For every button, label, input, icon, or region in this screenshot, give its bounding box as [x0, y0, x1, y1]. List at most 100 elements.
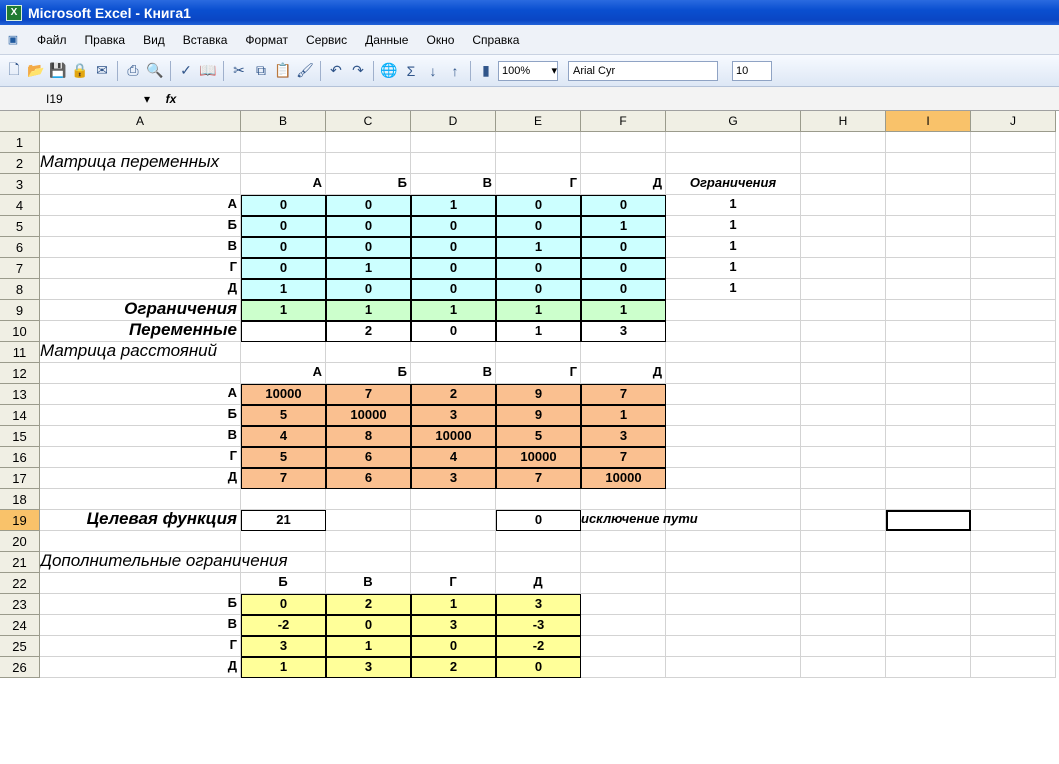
cell[interactable]	[886, 153, 971, 174]
menu-help[interactable]: Справка	[463, 33, 528, 47]
row-header-19[interactable]: 19	[0, 510, 40, 531]
font-size-dropdown[interactable]: 10	[732, 60, 772, 81]
var-cell[interactable]: 0	[326, 279, 411, 300]
extra-cell[interactable]: 0	[496, 657, 581, 678]
row-header-5[interactable]: 5	[0, 216, 40, 237]
cell[interactable]	[40, 573, 241, 594]
var-col-header[interactable]: Б	[326, 174, 411, 195]
extra-row-header[interactable]: Д	[40, 657, 241, 678]
new-icon[interactable]: 🗋	[4, 61, 24, 81]
dist-cell[interactable]: 3	[411, 405, 496, 426]
var-cell[interactable]: 0	[581, 237, 666, 258]
print-icon[interactable]: ⎙	[123, 61, 143, 81]
cell[interactable]	[971, 447, 1056, 468]
dist-col-header[interactable]: В	[411, 363, 496, 384]
select-all-corner[interactable]	[0, 111, 40, 132]
constraints-header[interactable]: Ограничения	[666, 174, 801, 195]
cell[interactable]	[801, 531, 886, 552]
cell[interactable]	[666, 300, 801, 321]
row-header-13[interactable]: 13	[0, 384, 40, 405]
cell[interactable]	[666, 615, 801, 636]
var-row-header[interactable]: Б	[40, 216, 241, 237]
row-header-20[interactable]: 20	[0, 531, 40, 552]
cell[interactable]	[886, 531, 971, 552]
column-header-C[interactable]: C	[326, 111, 411, 132]
var-col-header[interactable]: В	[411, 174, 496, 195]
cell[interactable]	[971, 258, 1056, 279]
dist-cell[interactable]: 3	[581, 426, 666, 447]
row-header-8[interactable]: 8	[0, 279, 40, 300]
var-cell[interactable]: 0	[496, 279, 581, 300]
row-header-12[interactable]: 12	[0, 363, 40, 384]
var-cell[interactable]: 0	[411, 279, 496, 300]
sort-descending-icon[interactable]: ↑	[445, 61, 465, 81]
var-cell[interactable]: 0	[496, 195, 581, 216]
dist-row-header[interactable]: Д	[40, 468, 241, 489]
cell[interactable]	[581, 342, 666, 363]
cell[interactable]	[581, 657, 666, 678]
chart-wizard-icon[interactable]: ▮	[476, 61, 496, 81]
cell[interactable]	[971, 615, 1056, 636]
cell[interactable]	[971, 468, 1056, 489]
cell[interactable]	[241, 489, 326, 510]
extra-cell[interactable]: 2	[326, 594, 411, 615]
extra-col-header[interactable]: Б	[241, 573, 326, 594]
dist-cell[interactable]: 7	[326, 384, 411, 405]
undo-icon[interactable]: ↶	[326, 61, 346, 81]
cell[interactable]	[666, 363, 801, 384]
cell[interactable]	[971, 195, 1056, 216]
cell[interactable]	[326, 510, 411, 531]
cell[interactable]	[666, 489, 801, 510]
document-icon[interactable]: ▣	[4, 31, 22, 49]
row-header-11[interactable]: 11	[0, 342, 40, 363]
extra-cell[interactable]: 3	[411, 615, 496, 636]
cell[interactable]	[581, 132, 666, 153]
cell[interactable]	[496, 489, 581, 510]
cell[interactable]	[971, 657, 1056, 678]
dist-row-header[interactable]: Б	[40, 405, 241, 426]
dist-row-header[interactable]: В	[40, 426, 241, 447]
dist-col-header[interactable]: Г	[496, 363, 581, 384]
dist-row-header[interactable]: Г	[40, 447, 241, 468]
cell[interactable]	[886, 237, 971, 258]
cell[interactable]	[886, 363, 971, 384]
row-constraint[interactable]: 1	[666, 258, 801, 279]
title-distance-matrix[interactable]: Матрица расстояний	[40, 342, 411, 363]
dist-cell[interactable]: 4	[241, 426, 326, 447]
format-painter-icon[interactable]: 🖌	[295, 61, 315, 81]
permission-icon[interactable]: 🔒	[70, 61, 90, 81]
dist-cell[interactable]: 10000	[241, 384, 326, 405]
cell[interactable]	[801, 615, 886, 636]
column-header-F[interactable]: F	[581, 111, 666, 132]
label-exclusion[interactable]: исключение пути	[581, 510, 801, 531]
cell[interactable]	[801, 405, 886, 426]
var-cell[interactable]: 0	[326, 237, 411, 258]
extra-cell[interactable]: 3	[241, 636, 326, 657]
cell[interactable]	[886, 615, 971, 636]
cell[interactable]	[326, 489, 411, 510]
label-variables[interactable]: Переменные	[40, 321, 241, 342]
row-constraint[interactable]: 1	[666, 216, 801, 237]
cell[interactable]	[801, 510, 886, 531]
extra-cell[interactable]: 2	[411, 657, 496, 678]
cell[interactable]	[886, 573, 971, 594]
cell[interactable]	[886, 657, 971, 678]
cell[interactable]	[971, 384, 1056, 405]
cell[interactable]	[411, 132, 496, 153]
dist-cell[interactable]: 9	[496, 405, 581, 426]
column-header-I[interactable]: I	[886, 111, 971, 132]
col-constraint[interactable]: 1	[411, 300, 496, 321]
dist-cell[interactable]: 5	[241, 447, 326, 468]
extra-cell[interactable]: 3	[496, 594, 581, 615]
row-header-16[interactable]: 16	[0, 447, 40, 468]
variable-value[interactable]: 0	[411, 321, 496, 342]
exclusion-value[interactable]: 0	[496, 510, 581, 531]
row-header-18[interactable]: 18	[0, 489, 40, 510]
extra-cell[interactable]: 0	[411, 636, 496, 657]
extra-col-header[interactable]: В	[326, 573, 411, 594]
menu-insert[interactable]: Вставка	[174, 33, 237, 47]
var-cell[interactable]: 1	[411, 195, 496, 216]
dist-cell[interactable]: 2	[411, 384, 496, 405]
cell[interactable]	[411, 342, 496, 363]
cell[interactable]	[581, 573, 666, 594]
